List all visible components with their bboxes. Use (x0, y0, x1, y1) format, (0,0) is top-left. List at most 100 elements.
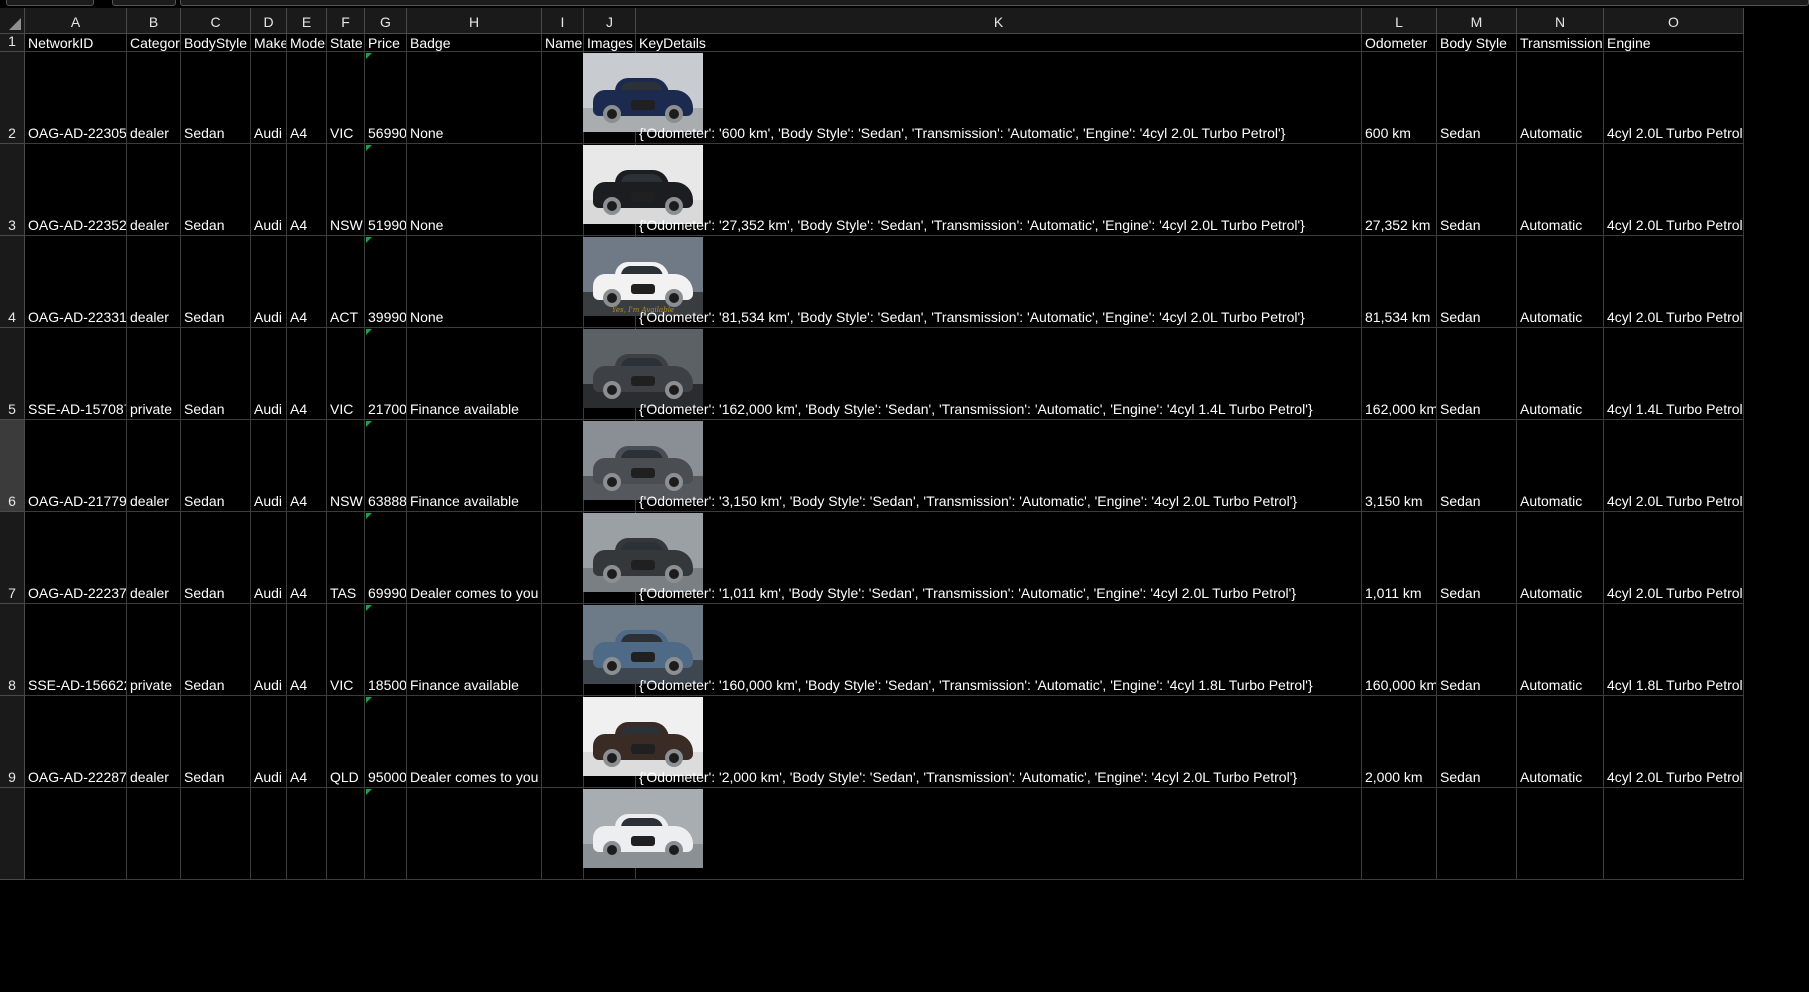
cell-price[interactable]: 51990 (365, 144, 407, 236)
cell-category[interactable]: private (127, 604, 181, 696)
cell-category[interactable]: dealer (127, 512, 181, 604)
white-audi-a4-photo[interactable] (583, 789, 703, 868)
cell-model[interactable]: A4 (287, 696, 327, 788)
cell-images[interactable] (583, 420, 703, 512)
cell-name[interactable] (542, 328, 584, 420)
function-box[interactable] (112, 0, 176, 6)
cell-make[interactable]: Audi (251, 144, 287, 236)
cell-make[interactable]: Audi (251, 604, 287, 696)
cell-state[interactable]: NSW (327, 420, 365, 512)
cell-network-id[interactable]: OAG-AD-22287533 (25, 696, 127, 788)
cell-name[interactable]: Name (542, 34, 584, 52)
cell-model[interactable]: A4 (287, 420, 327, 512)
cell-body-style-2[interactable] (1437, 788, 1517, 880)
cell-make[interactable]: Audi (251, 420, 287, 512)
cell-body-style[interactable]: Sedan (181, 236, 251, 328)
cell-name[interactable] (542, 788, 584, 880)
cell-state[interactable]: ACT (327, 236, 365, 328)
cell-engine[interactable]: 4cyl 2.0L Turbo Petrol (1604, 420, 1744, 512)
cell-name[interactable] (542, 52, 584, 144)
blue-audi-a4-photo[interactable] (583, 605, 703, 684)
cell-key-details[interactable]: {'Odometer': '600 km', 'Body Style': 'Se… (636, 52, 1362, 144)
cell-price[interactable]: 69990 (365, 512, 407, 604)
column-header-n[interactable]: N (1517, 8, 1604, 34)
cell-state[interactable]: QLD (327, 696, 365, 788)
cell-category[interactable]: Category (127, 34, 181, 52)
cell-state[interactable]: State (327, 34, 365, 52)
cell-badge[interactable]: None (407, 236, 542, 328)
column-header-k[interactable]: K (636, 8, 1362, 34)
cell-name[interactable] (542, 236, 584, 328)
cell-key-details[interactable] (636, 788, 1362, 880)
cell-engine[interactable]: 4cyl 2.0L Turbo Petrol (1604, 144, 1744, 236)
cell-images[interactable] (583, 52, 703, 144)
cell-badge[interactable]: Dealer comes to you (407, 512, 542, 604)
cell-model[interactable]: A4 (287, 328, 327, 420)
cell-body-style-2[interactable]: Sedan (1437, 144, 1517, 236)
cell-odometer[interactable]: 160,000 km (1362, 604, 1437, 696)
cell-network-id[interactable]: OAG-AD-22237927 (25, 512, 127, 604)
cell-images[interactable] (583, 144, 703, 236)
cell-state[interactable]: VIC (327, 52, 365, 144)
cell-body-style[interactable]: Sedan (181, 696, 251, 788)
cell-odometer[interactable]: 1,011 km (1362, 512, 1437, 604)
cell-body-style[interactable]: Sedan (181, 604, 251, 696)
cell-model[interactable]: Model (287, 34, 327, 52)
cell-body-style-2[interactable]: Sedan (1437, 236, 1517, 328)
cell-odometer[interactable]: 600 km (1362, 52, 1437, 144)
grey-audi-a4-photo[interactable] (583, 421, 703, 500)
cell-body-style[interactable]: Sedan (181, 512, 251, 604)
cell-body-style[interactable]: Sedan (181, 328, 251, 420)
cell-price[interactable]: Price (365, 34, 407, 52)
cell-body-style[interactable] (181, 788, 251, 880)
cell-network-id[interactable]: SSE-AD-15708713 (25, 328, 127, 420)
cell-odometer[interactable]: 81,534 km (1362, 236, 1437, 328)
cell-badge[interactable]: Finance available (407, 604, 542, 696)
cell-body-style[interactable]: BodyStyle (181, 34, 251, 52)
navy-audi-a4-photo[interactable] (583, 53, 703, 132)
cell-price[interactable] (365, 788, 407, 880)
cell-images[interactable] (583, 604, 703, 696)
brown-audi-a4-photo[interactable] (583, 697, 703, 776)
row-header[interactable]: 1 (0, 33, 25, 52)
cell-images[interactable]: Yes, I'm Available (583, 236, 703, 328)
cell-category[interactable]: dealer (127, 236, 181, 328)
cell-make[interactable]: Audi (251, 328, 287, 420)
cell-model[interactable]: A4 (287, 52, 327, 144)
cell-key-details[interactable]: {'Odometer': '1,011 km', 'Body Style': '… (636, 512, 1362, 604)
cell-body-style-2[interactable]: Sedan (1437, 52, 1517, 144)
cell-name[interactable] (542, 420, 584, 512)
cell-odometer[interactable]: Odometer (1362, 34, 1437, 52)
cell-price[interactable]: 56990 (365, 52, 407, 144)
cell-engine[interactable]: 4cyl 2.0L Turbo Petrol (1604, 696, 1744, 788)
row-header[interactable]: 9 (0, 696, 25, 788)
cell-body-style-2[interactable]: Sedan (1437, 696, 1517, 788)
cell-engine[interactable]: 4cyl 1.8L Turbo Petrol (1604, 604, 1744, 696)
cell-odometer[interactable]: 3,150 km (1362, 420, 1437, 512)
cell-engine[interactable]: 4cyl 2.0L Turbo Petrol (1604, 52, 1744, 144)
row-header[interactable]: 2 (0, 52, 25, 144)
cell-badge[interactable]: Finance available (407, 328, 542, 420)
cell-make[interactable]: Audi (251, 696, 287, 788)
row-header[interactable] (0, 788, 25, 880)
cell-category[interactable]: dealer (127, 52, 181, 144)
cell-key-details[interactable]: {'Odometer': '81,534 km', 'Body Style': … (636, 236, 1362, 328)
cell-category[interactable] (127, 788, 181, 880)
name-box[interactable] (6, 0, 94, 6)
cell-model[interactable]: A4 (287, 236, 327, 328)
column-header-f[interactable]: F (327, 8, 365, 34)
cell-badge[interactable]: Dealer comes to you (407, 696, 542, 788)
cell-model[interactable]: A4 (287, 604, 327, 696)
cell-network-id[interactable]: OAG-AD-21779923 (25, 420, 127, 512)
dark-grey-audi-a4-photo[interactable] (583, 513, 703, 592)
cell-state[interactable]: VIC (327, 328, 365, 420)
cell-network-id[interactable]: SSE-AD-15662241 (25, 604, 127, 696)
column-header-c[interactable]: C (181, 8, 251, 34)
cell-key-details[interactable]: {'Odometer': '162,000 km', 'Body Style':… (636, 328, 1362, 420)
cell-body-style-2[interactable]: Sedan (1437, 328, 1517, 420)
row-header[interactable]: 4 (0, 236, 25, 328)
cell-body-style[interactable]: Sedan (181, 144, 251, 236)
cell-transmission[interactable] (1517, 788, 1604, 880)
cell-body-style-2[interactable]: Sedan (1437, 604, 1517, 696)
cell-price[interactable]: 39990 (365, 236, 407, 328)
